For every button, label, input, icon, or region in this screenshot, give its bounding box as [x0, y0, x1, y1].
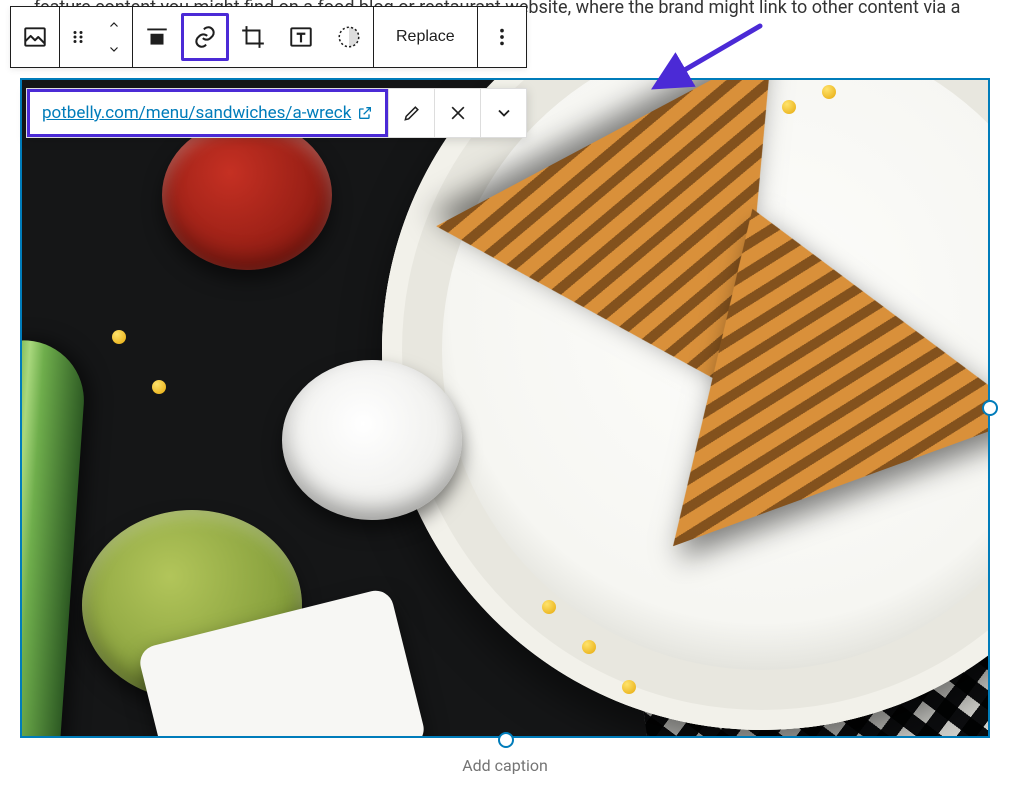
corn-kernel	[622, 680, 636, 694]
link-settings-toggle[interactable]	[480, 89, 526, 137]
link-icon	[192, 24, 218, 50]
crop-icon	[240, 24, 266, 50]
spring-onion	[22, 336, 88, 736]
image-block[interactable]	[20, 78, 990, 738]
link-popover: potbelly.com/menu/sandwiches/a-wreck	[26, 88, 527, 138]
move-up-button[interactable]	[96, 13, 132, 37]
chevron-down-icon	[106, 43, 122, 55]
duotone-filter-icon	[336, 24, 362, 50]
resize-handle-right[interactable]	[982, 400, 998, 416]
insert-link-button[interactable]	[181, 13, 229, 61]
corn-kernel	[822, 85, 836, 99]
close-icon	[448, 103, 468, 123]
external-link-icon	[357, 105, 373, 121]
edit-link-button[interactable]	[388, 89, 434, 137]
block-toolbar: Replace	[10, 6, 527, 68]
resize-handle-bottom[interactable]	[498, 732, 514, 748]
image-caption-input[interactable]: Add caption	[0, 756, 1010, 775]
image-content	[22, 80, 988, 736]
corn-kernel	[582, 640, 596, 654]
corn-kernel	[112, 330, 126, 344]
pencil-icon	[402, 103, 422, 123]
link-url-text: potbelly.com/menu/sandwiches/a-wreck	[42, 103, 351, 123]
move-down-button[interactable]	[96, 37, 132, 61]
replace-image-button[interactable]: Replace	[374, 13, 477, 61]
link-url-field[interactable]: potbelly.com/menu/sandwiches/a-wreck	[27, 89, 388, 137]
chevron-up-icon	[106, 19, 122, 31]
drag-handle[interactable]	[60, 13, 96, 61]
crop-button[interactable]	[229, 13, 277, 61]
corn-kernel	[542, 600, 556, 614]
duotone-button[interactable]	[325, 13, 373, 61]
drag-icon	[69, 28, 87, 46]
more-options-button[interactable]	[478, 13, 526, 61]
text-over-image-icon	[288, 24, 314, 50]
image-icon	[22, 24, 48, 50]
block-type-image-button[interactable]	[11, 13, 59, 61]
align-center-icon	[144, 24, 170, 50]
corn-kernel	[152, 380, 166, 394]
sauce-container-mayo	[282, 360, 462, 520]
text-overlay-button[interactable]	[277, 13, 325, 61]
corn-kernel	[782, 100, 796, 114]
chevron-down-icon	[494, 103, 514, 123]
more-vertical-icon	[491, 26, 513, 48]
remove-link-button[interactable]	[434, 89, 480, 137]
sauce-container-ketchup	[162, 120, 332, 270]
align-button[interactable]	[133, 13, 181, 61]
